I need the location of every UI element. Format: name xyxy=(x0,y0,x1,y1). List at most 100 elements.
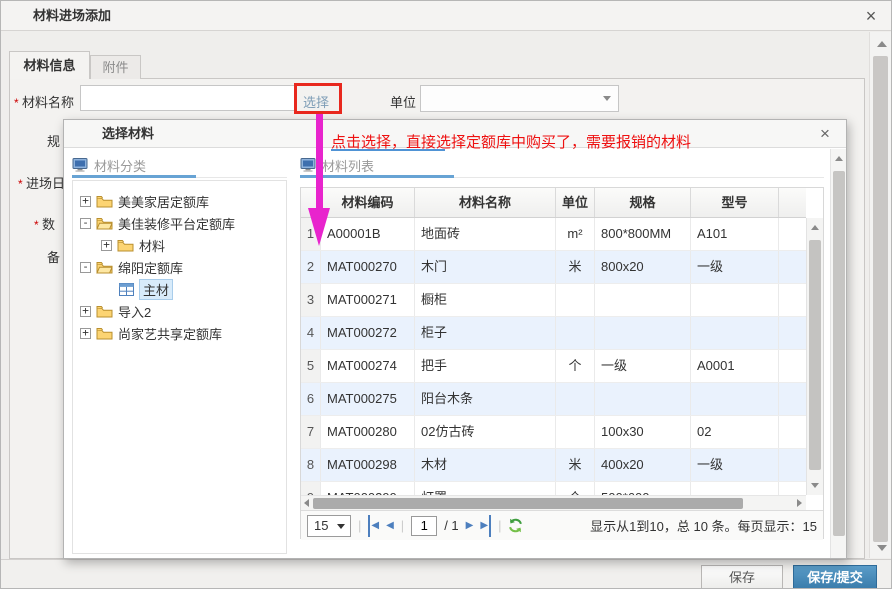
expand-toggle-plus-icon[interactable]: + xyxy=(80,306,91,317)
grid-horizontal-scrollbar[interactable] xyxy=(301,495,806,510)
monitor-icon xyxy=(300,158,316,172)
tree-node-label[interactable]: 美佳装修平台定额库 xyxy=(118,214,235,233)
cell-rownum: 7 xyxy=(301,416,321,448)
cell-spec xyxy=(595,317,691,349)
cell-model xyxy=(691,317,779,349)
cell-model xyxy=(691,383,779,415)
tree-node-label[interactable]: 尚家艺共享定额库 xyxy=(118,324,222,343)
material-category-tree: + 美美家居定额库 - 美佳装修平台定额库 + 材料 - 绵阳定额库 xyxy=(72,180,287,554)
window-titlebar: 材料进场添加 × xyxy=(1,1,891,31)
prev-page-icon[interactable]: ◀ xyxy=(386,515,394,537)
expand-toggle-plus-icon[interactable]: + xyxy=(80,328,91,339)
tree-item-selected[interactable]: 主材 xyxy=(73,278,286,300)
window-title: 材料进场添加 xyxy=(33,1,111,31)
table-row[interactable]: 5 MAT000274 把手 个 一级 A0001 xyxy=(301,350,806,383)
cell-code: MAT000299 xyxy=(321,482,415,495)
cell-unit: 个 xyxy=(556,482,595,495)
cell-unit xyxy=(556,284,595,316)
scrollbar-thumb[interactable] xyxy=(313,498,743,509)
collapse-toggle-minus-icon[interactable]: - xyxy=(80,262,91,273)
cell-filler xyxy=(779,383,806,415)
list-panel-title: 材料列表 xyxy=(322,156,374,175)
cell-code: MAT000275 xyxy=(321,383,415,415)
entry-date-label-partial: 进场日 xyxy=(18,173,65,192)
scroll-left-icon[interactable] xyxy=(304,499,309,507)
refresh-icon[interactable] xyxy=(508,518,523,533)
tree-item[interactable]: - 美佳装修平台定额库 xyxy=(73,212,286,234)
scroll-up-icon[interactable] xyxy=(835,156,843,161)
expand-toggle-plus-icon[interactable]: + xyxy=(101,240,112,251)
cell-spec xyxy=(595,284,691,316)
scrollbar-thumb[interactable] xyxy=(833,171,845,536)
table-row-clipped[interactable]: 9 MAT000299 灯罩 个 500*600 xyxy=(301,482,806,495)
page-number-input[interactable] xyxy=(411,516,437,536)
folder-closed-icon xyxy=(96,327,113,340)
unit-select[interactable] xyxy=(420,85,619,112)
cell-spec: 一级 xyxy=(595,350,691,382)
expand-toggle-plus-icon[interactable]: + xyxy=(80,196,91,207)
dialog-vertical-scrollbar[interactable] xyxy=(830,149,846,558)
table-body: 1 A00001B 地面砖 m² 800*800MM A101 2 MAT000… xyxy=(301,218,806,495)
scroll-down-icon[interactable] xyxy=(811,483,819,488)
quantity-label-partial: 数 xyxy=(34,214,55,233)
tree-item[interactable]: + 尚家艺共享定额库 xyxy=(73,322,286,344)
tree-node-label[interactable]: 主材 xyxy=(139,279,173,300)
tree-item[interactable]: + 材料 xyxy=(73,234,286,256)
save-button[interactable]: 保存 xyxy=(701,565,783,589)
table-row[interactable]: 4 MAT000272 柜子 xyxy=(301,317,806,350)
table-row[interactable]: 2 MAT000270 木门 米 800x20 一级 xyxy=(301,251,806,284)
cell-code: MAT000272 xyxy=(321,317,415,349)
tree-node-label[interactable]: 材料 xyxy=(139,236,165,255)
cell-filler xyxy=(779,218,806,250)
cell-filler xyxy=(779,416,806,448)
collapse-toggle-minus-icon[interactable]: - xyxy=(80,218,91,229)
scroll-up-icon[interactable] xyxy=(811,225,819,230)
annotation-arrow-line xyxy=(316,113,323,210)
tree-item[interactable]: - 绵阳定额库 xyxy=(73,256,286,278)
material-name-input[interactable] xyxy=(80,85,296,111)
window-close-icon[interactable]: × xyxy=(859,4,883,28)
tree-node-label[interactable]: 绵阳定额库 xyxy=(118,258,183,277)
column-header-code: 材料编码 xyxy=(321,188,415,217)
scroll-down-icon[interactable] xyxy=(877,545,887,551)
next-page-icon[interactable]: ▶ xyxy=(466,515,474,537)
save-submit-button[interactable]: 保存/提交 xyxy=(793,565,877,589)
folder-closed-icon xyxy=(96,305,113,318)
dialog-close-icon[interactable]: × xyxy=(814,123,836,145)
table-row[interactable]: 6 MAT000275 阳台木条 xyxy=(301,383,806,416)
cell-spec: 800x20 xyxy=(595,251,691,283)
scroll-right-icon[interactable] xyxy=(797,499,802,507)
cell-rownum: 5 xyxy=(301,350,321,382)
cell-filler xyxy=(779,251,806,283)
cell-model xyxy=(691,482,779,495)
cell-code: MAT000274 xyxy=(321,350,415,382)
cell-name: 木材 xyxy=(415,449,556,481)
scrollbar-thumb[interactable] xyxy=(809,240,821,470)
monitor-icon xyxy=(72,158,88,172)
table-row[interactable]: 7 MAT000280 02仿古砖 100x30 02 xyxy=(301,416,806,449)
table-row[interactable]: 1 A00001B 地面砖 m² 800*800MM A101 xyxy=(301,218,806,251)
first-page-icon[interactable]: ◀ xyxy=(368,515,379,537)
table-row[interactable]: 3 MAT000271 橱柜 xyxy=(301,284,806,317)
tree-node-label[interactable]: 导入2 xyxy=(118,302,151,321)
cell-unit: 个 xyxy=(556,350,595,382)
last-page-icon[interactable]: ▶ xyxy=(480,515,491,537)
tree-item[interactable]: + 美美家居定额库 xyxy=(73,190,286,212)
cell-model: 一级 xyxy=(691,251,779,283)
scrollbar-thumb[interactable] xyxy=(873,56,888,542)
cell-filler xyxy=(779,317,806,349)
scroll-up-icon[interactable] xyxy=(877,41,887,47)
grid-vertical-scrollbar[interactable] xyxy=(806,218,823,495)
folder-open-icon xyxy=(96,261,113,274)
page-size-select[interactable]: 15 xyxy=(307,515,351,537)
tab-material-info[interactable]: 材料信息 xyxy=(9,51,90,79)
table-row[interactable]: 8 MAT000298 木材 米 400x20 一级 xyxy=(301,449,806,482)
window-scrollbar[interactable] xyxy=(869,32,891,558)
tree-node-label[interactable]: 美美家居定额库 xyxy=(118,192,209,211)
table-grid-icon xyxy=(119,283,134,296)
tree-item[interactable]: + 导入2 xyxy=(73,300,286,322)
cell-unit xyxy=(556,416,595,448)
cell-code: MAT000298 xyxy=(321,449,415,481)
tab-attachment[interactable]: 附件 xyxy=(90,55,141,79)
cell-unit: m² xyxy=(556,218,595,250)
